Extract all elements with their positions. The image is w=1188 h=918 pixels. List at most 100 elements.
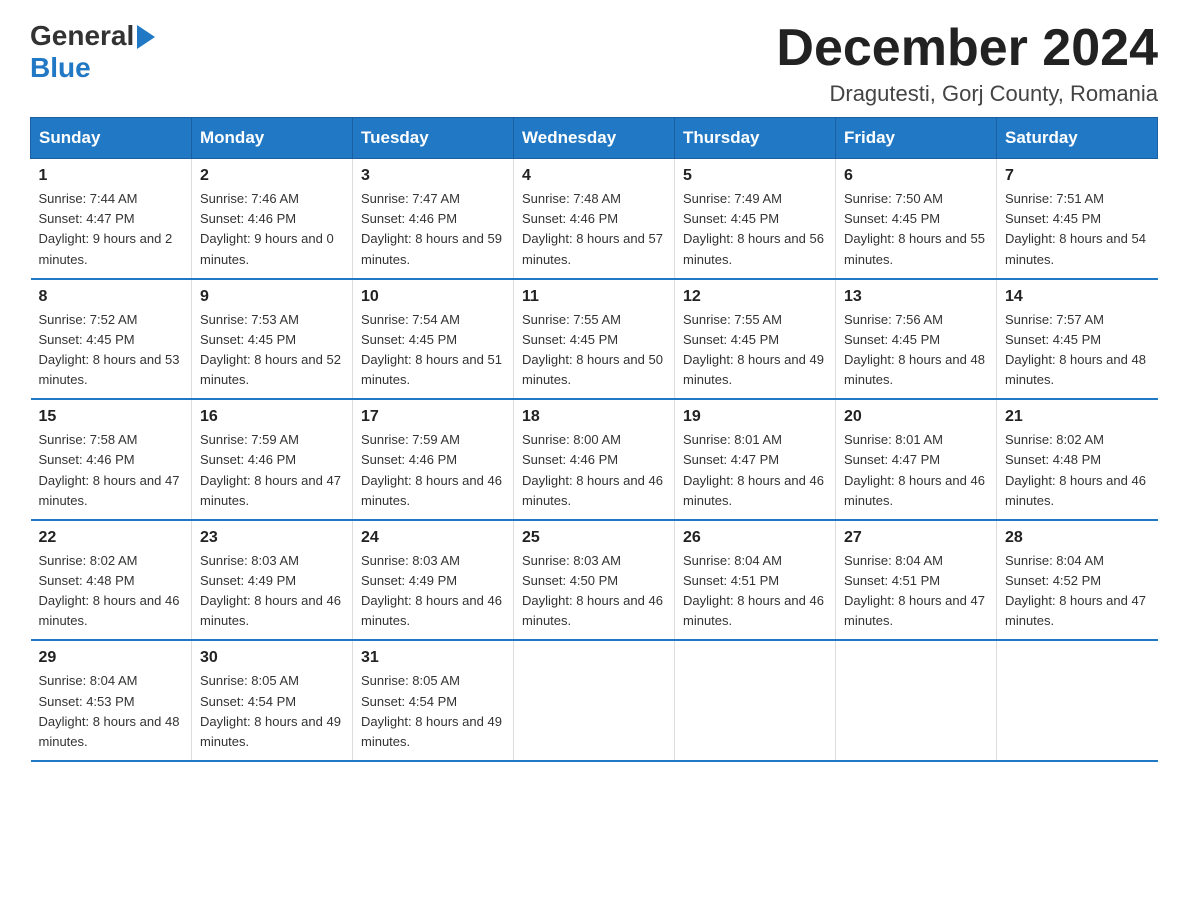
day-info: Sunrise: 8:02 AMSunset: 4:48 PMDaylight:… — [39, 553, 180, 628]
calendar-header-row: SundayMondayTuesdayWednesdayThursdayFrid… — [31, 118, 1158, 159]
title-block: December 2024 Dragutesti, Gorj County, R… — [776, 20, 1158, 107]
calendar-cell — [997, 640, 1158, 761]
logo-arrow-icon — [137, 25, 155, 49]
day-info: Sunrise: 8:05 AMSunset: 4:54 PMDaylight:… — [200, 673, 341, 748]
day-info: Sunrise: 7:53 AMSunset: 4:45 PMDaylight:… — [200, 312, 341, 387]
day-info: Sunrise: 8:05 AMSunset: 4:54 PMDaylight:… — [361, 673, 502, 748]
calendar-cell: 7 Sunrise: 7:51 AMSunset: 4:45 PMDayligh… — [997, 159, 1158, 279]
day-info: Sunrise: 8:04 AMSunset: 4:51 PMDaylight:… — [683, 553, 824, 628]
day-number: 10 — [361, 288, 505, 306]
day-info: Sunrise: 7:59 AMSunset: 4:46 PMDaylight:… — [200, 432, 341, 507]
column-header-wednesday: Wednesday — [514, 118, 675, 159]
day-number: 9 — [200, 288, 344, 306]
calendar-cell: 29 Sunrise: 8:04 AMSunset: 4:53 PMDaylig… — [31, 640, 192, 761]
calendar-cell: 25 Sunrise: 8:03 AMSunset: 4:50 PMDaylig… — [514, 520, 675, 641]
day-info: Sunrise: 7:56 AMSunset: 4:45 PMDaylight:… — [844, 312, 985, 387]
calendar-cell: 26 Sunrise: 8:04 AMSunset: 4:51 PMDaylig… — [675, 520, 836, 641]
day-number: 13 — [844, 288, 988, 306]
day-number: 29 — [39, 649, 184, 667]
logo: General Blue — [30, 20, 155, 84]
day-number: 28 — [1005, 529, 1150, 547]
day-number: 14 — [1005, 288, 1150, 306]
calendar-cell: 12 Sunrise: 7:55 AMSunset: 4:45 PMDaylig… — [675, 279, 836, 400]
day-info: Sunrise: 7:50 AMSunset: 4:45 PMDaylight:… — [844, 191, 985, 266]
day-number: 22 — [39, 529, 184, 547]
calendar-cell: 23 Sunrise: 8:03 AMSunset: 4:49 PMDaylig… — [192, 520, 353, 641]
day-info: Sunrise: 8:01 AMSunset: 4:47 PMDaylight:… — [683, 432, 824, 507]
day-info: Sunrise: 8:04 AMSunset: 4:51 PMDaylight:… — [844, 553, 985, 628]
calendar-cell: 30 Sunrise: 8:05 AMSunset: 4:54 PMDaylig… — [192, 640, 353, 761]
day-info: Sunrise: 7:48 AMSunset: 4:46 PMDaylight:… — [522, 191, 663, 266]
column-header-monday: Monday — [192, 118, 353, 159]
calendar-cell: 9 Sunrise: 7:53 AMSunset: 4:45 PMDayligh… — [192, 279, 353, 400]
calendar-week-row: 15 Sunrise: 7:58 AMSunset: 4:46 PMDaylig… — [31, 399, 1158, 520]
day-info: Sunrise: 8:04 AMSunset: 4:53 PMDaylight:… — [39, 673, 180, 748]
day-info: Sunrise: 8:03 AMSunset: 4:50 PMDaylight:… — [522, 553, 663, 628]
day-number: 19 — [683, 408, 827, 426]
day-info: Sunrise: 7:54 AMSunset: 4:45 PMDaylight:… — [361, 312, 502, 387]
column-header-sunday: Sunday — [31, 118, 192, 159]
day-number: 5 — [683, 167, 827, 185]
day-number: 23 — [200, 529, 344, 547]
day-info: Sunrise: 7:55 AMSunset: 4:45 PMDaylight:… — [522, 312, 663, 387]
calendar-cell: 20 Sunrise: 8:01 AMSunset: 4:47 PMDaylig… — [836, 399, 997, 520]
month-title: December 2024 — [776, 20, 1158, 77]
day-info: Sunrise: 8:00 AMSunset: 4:46 PMDaylight:… — [522, 432, 663, 507]
calendar-cell: 14 Sunrise: 7:57 AMSunset: 4:45 PMDaylig… — [997, 279, 1158, 400]
day-number: 15 — [39, 408, 184, 426]
day-info: Sunrise: 8:03 AMSunset: 4:49 PMDaylight:… — [361, 553, 502, 628]
day-number: 3 — [361, 167, 505, 185]
day-number: 20 — [844, 408, 988, 426]
calendar-week-row: 22 Sunrise: 8:02 AMSunset: 4:48 PMDaylig… — [31, 520, 1158, 641]
calendar-cell — [675, 640, 836, 761]
day-info: Sunrise: 7:52 AMSunset: 4:45 PMDaylight:… — [39, 312, 180, 387]
calendar-cell: 19 Sunrise: 8:01 AMSunset: 4:47 PMDaylig… — [675, 399, 836, 520]
column-header-saturday: Saturday — [997, 118, 1158, 159]
day-info: Sunrise: 7:58 AMSunset: 4:46 PMDaylight:… — [39, 432, 180, 507]
day-info: Sunrise: 8:04 AMSunset: 4:52 PMDaylight:… — [1005, 553, 1146, 628]
calendar-cell: 17 Sunrise: 7:59 AMSunset: 4:46 PMDaylig… — [353, 399, 514, 520]
day-number: 7 — [1005, 167, 1150, 185]
column-header-thursday: Thursday — [675, 118, 836, 159]
calendar-cell: 24 Sunrise: 8:03 AMSunset: 4:49 PMDaylig… — [353, 520, 514, 641]
calendar-cell: 5 Sunrise: 7:49 AMSunset: 4:45 PMDayligh… — [675, 159, 836, 279]
day-number: 26 — [683, 529, 827, 547]
calendar-cell: 22 Sunrise: 8:02 AMSunset: 4:48 PMDaylig… — [31, 520, 192, 641]
calendar-cell: 8 Sunrise: 7:52 AMSunset: 4:45 PMDayligh… — [31, 279, 192, 400]
day-number: 31 — [361, 649, 505, 667]
day-number: 12 — [683, 288, 827, 306]
location-title: Dragutesti, Gorj County, Romania — [776, 81, 1158, 107]
calendar-table: SundayMondayTuesdayWednesdayThursdayFrid… — [30, 117, 1158, 762]
day-info: Sunrise: 7:57 AMSunset: 4:45 PMDaylight:… — [1005, 312, 1146, 387]
day-number: 16 — [200, 408, 344, 426]
day-number: 2 — [200, 167, 344, 185]
calendar-week-row: 1 Sunrise: 7:44 AMSunset: 4:47 PMDayligh… — [31, 159, 1158, 279]
calendar-cell: 1 Sunrise: 7:44 AMSunset: 4:47 PMDayligh… — [31, 159, 192, 279]
day-info: Sunrise: 7:55 AMSunset: 4:45 PMDaylight:… — [683, 312, 824, 387]
calendar-cell: 18 Sunrise: 8:00 AMSunset: 4:46 PMDaylig… — [514, 399, 675, 520]
calendar-cell: 6 Sunrise: 7:50 AMSunset: 4:45 PMDayligh… — [836, 159, 997, 279]
calendar-cell: 15 Sunrise: 7:58 AMSunset: 4:46 PMDaylig… — [31, 399, 192, 520]
day-info: Sunrise: 7:51 AMSunset: 4:45 PMDaylight:… — [1005, 191, 1146, 266]
page-header: General Blue December 2024 Dragutesti, G… — [30, 20, 1158, 107]
day-info: Sunrise: 8:02 AMSunset: 4:48 PMDaylight:… — [1005, 432, 1146, 507]
day-number: 17 — [361, 408, 505, 426]
day-info: Sunrise: 7:44 AMSunset: 4:47 PMDaylight:… — [39, 191, 173, 266]
calendar-cell: 28 Sunrise: 8:04 AMSunset: 4:52 PMDaylig… — [997, 520, 1158, 641]
day-info: Sunrise: 7:46 AMSunset: 4:46 PMDaylight:… — [200, 191, 334, 266]
day-number: 1 — [39, 167, 184, 185]
calendar-cell — [514, 640, 675, 761]
day-info: Sunrise: 8:03 AMSunset: 4:49 PMDaylight:… — [200, 553, 341, 628]
day-info: Sunrise: 8:01 AMSunset: 4:47 PMDaylight:… — [844, 432, 985, 507]
logo-general: General — [30, 20, 134, 52]
calendar-cell: 4 Sunrise: 7:48 AMSunset: 4:46 PMDayligh… — [514, 159, 675, 279]
calendar-cell: 21 Sunrise: 8:02 AMSunset: 4:48 PMDaylig… — [997, 399, 1158, 520]
calendar-cell: 13 Sunrise: 7:56 AMSunset: 4:45 PMDaylig… — [836, 279, 997, 400]
calendar-cell: 2 Sunrise: 7:46 AMSunset: 4:46 PMDayligh… — [192, 159, 353, 279]
logo-blue: Blue — [30, 52, 91, 83]
day-number: 30 — [200, 649, 344, 667]
column-header-friday: Friday — [836, 118, 997, 159]
day-number: 4 — [522, 167, 666, 185]
day-number: 21 — [1005, 408, 1150, 426]
calendar-week-row: 29 Sunrise: 8:04 AMSunset: 4:53 PMDaylig… — [31, 640, 1158, 761]
